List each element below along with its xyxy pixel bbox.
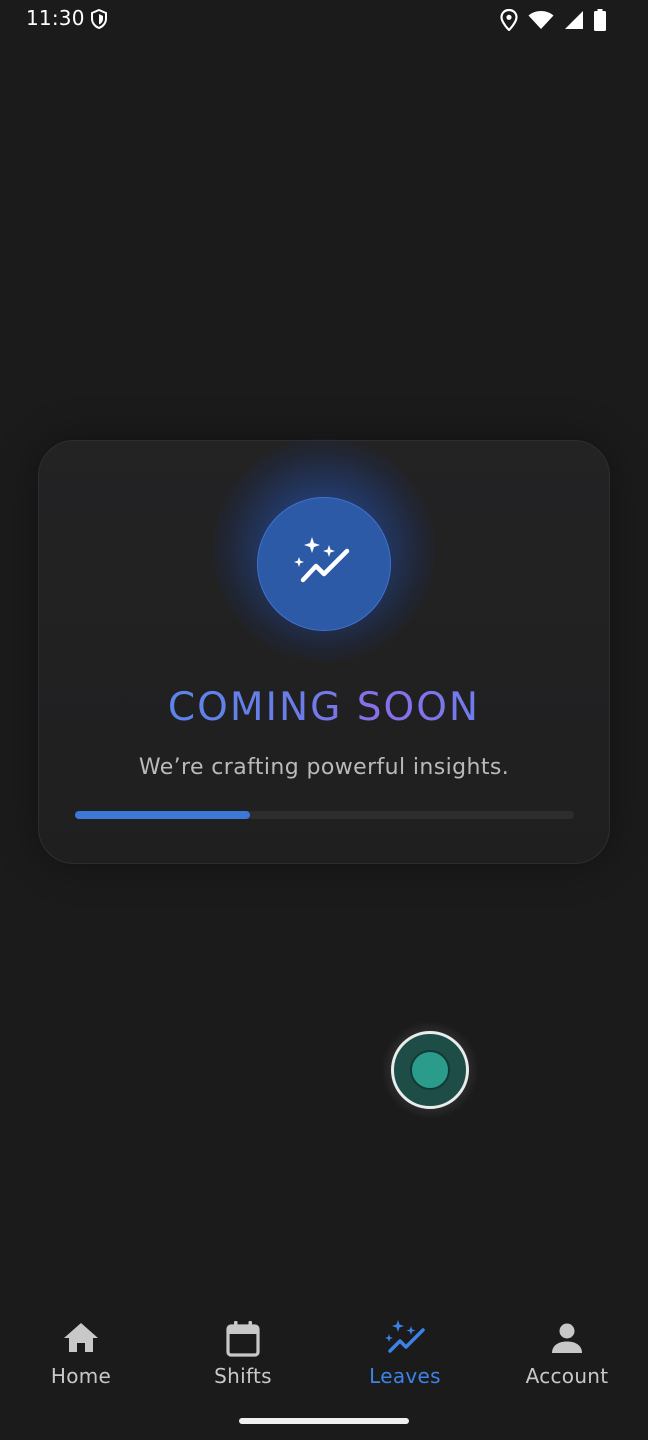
progress-bar-fill (75, 811, 250, 819)
location-icon (500, 8, 518, 35)
status-icons (500, 8, 606, 35)
floating-bubble-core (410, 1050, 450, 1090)
calendar-icon (223, 1318, 263, 1358)
nav-item-account[interactable]: Account (486, 1300, 648, 1400)
wifi-icon (528, 10, 554, 34)
floating-bubble-icon (391, 1031, 469, 1109)
bottom-navigation: Home Shifts Leaves Account (0, 1300, 648, 1400)
nav-label-account: Account (525, 1364, 609, 1388)
feature-icon-badge (257, 497, 391, 631)
card-subtitle: We’re crafting powerful insights. (138, 755, 510, 780)
signal-icon (564, 10, 584, 34)
card-title: COMING SOON (39, 685, 609, 730)
status-time: 11:30 (26, 6, 85, 30)
shield-icon (90, 8, 108, 33)
floating-bubble-button[interactable] (382, 1022, 478, 1118)
person-icon (547, 1318, 587, 1358)
nav-item-shifts[interactable]: Shifts (162, 1300, 324, 1400)
nav-item-leaves[interactable]: Leaves (324, 1300, 486, 1400)
battery-icon (594, 9, 606, 35)
coming-soon-card: COMING SOON We’re crafting powerful insi… (38, 439, 610, 864)
nav-label-leaves: Leaves (369, 1364, 441, 1388)
status-bar: 11:30 (0, 0, 648, 40)
sparkle-chart-icon (293, 534, 355, 594)
nav-label-shifts: Shifts (214, 1364, 272, 1388)
nav-item-home[interactable]: Home (0, 1300, 162, 1400)
home-indicator[interactable] (239, 1418, 409, 1424)
home-icon (61, 1318, 101, 1358)
sparkle-chart-icon (385, 1318, 425, 1358)
progress-bar (75, 811, 574, 819)
nav-label-home: Home (50, 1364, 112, 1388)
